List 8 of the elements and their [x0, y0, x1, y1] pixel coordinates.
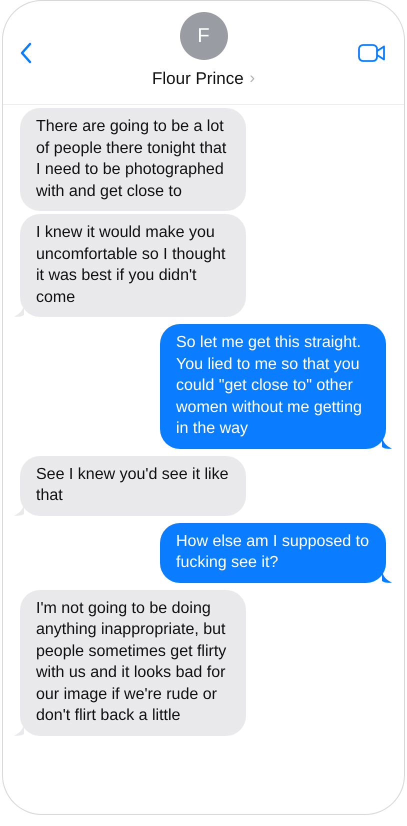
video-camera-icon: [358, 44, 386, 62]
chevron-icon: ›: [250, 66, 255, 91]
contact-name[interactable]: Flour Prince: [152, 66, 244, 92]
video-call-button[interactable]: [358, 43, 386, 63]
bubble-tail-icon: [382, 570, 392, 582]
bubble-tail-icon: [382, 436, 392, 448]
back-icon: [20, 42, 32, 64]
message-bubble: There are going to be a lot of people there tonight that I need to be photographed with and get close to: [20, 108, 246, 211]
